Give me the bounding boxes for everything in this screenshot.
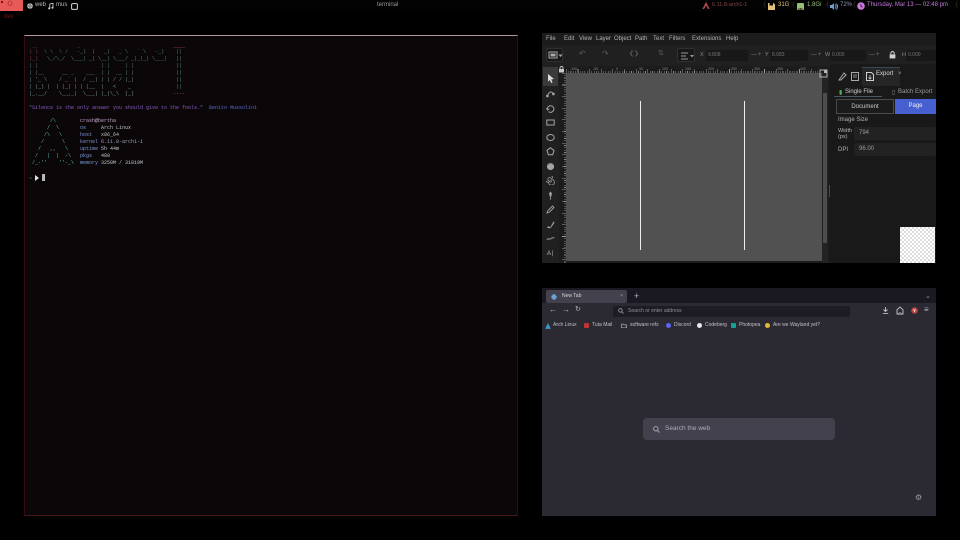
svg-text:100: 100 bbox=[662, 67, 668, 71]
svg-text:150: 150 bbox=[685, 67, 691, 71]
svg-text:250: 250 bbox=[731, 67, 737, 71]
svg-text:50: 50 bbox=[639, 67, 643, 71]
svg-text:-50: -50 bbox=[593, 67, 598, 71]
svg-text:0: 0 bbox=[616, 67, 618, 71]
svg-text:350: 350 bbox=[777, 67, 783, 71]
svg-text:400: 400 bbox=[800, 67, 806, 71]
svg-text:300: 300 bbox=[754, 67, 760, 71]
svg-text:-100: -100 bbox=[570, 67, 577, 71]
svg-text:200: 200 bbox=[708, 67, 714, 71]
